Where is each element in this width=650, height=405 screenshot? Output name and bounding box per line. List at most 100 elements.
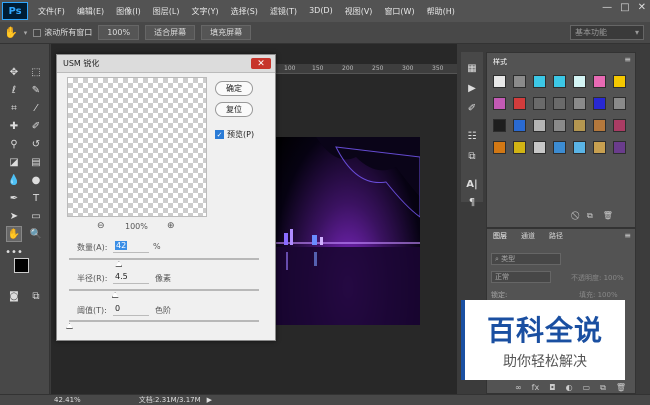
path-select-tool-icon[interactable]: ➤ (6, 208, 22, 224)
minimize-icon[interactable]: — (602, 2, 612, 13)
style-swatch[interactable] (573, 141, 586, 154)
style-swatch[interactable] (533, 97, 546, 110)
adjustment-icon[interactable]: ◐ (566, 383, 573, 393)
zoom-out-icon[interactable]: ⊖ (97, 221, 105, 231)
amount-field[interactable]: 42 (113, 241, 149, 253)
foreground-color-swatch[interactable] (14, 258, 29, 273)
dialog-title-bar[interactable]: USM 锐化 (57, 55, 275, 73)
dodge-tool-icon[interactable]: ● (28, 172, 44, 188)
fit-screen-button[interactable]: 适合屏幕 (145, 25, 196, 40)
reset-button[interactable]: 复位 (215, 102, 253, 117)
history-icon[interactable]: ▦ (464, 60, 480, 76)
style-swatch[interactable] (553, 97, 566, 110)
menu-item[interactable]: 滤镜(T) (264, 6, 303, 17)
ok-button[interactable]: 确定 (215, 81, 253, 96)
amount-slider-thumb[interactable] (115, 261, 123, 267)
style-swatch[interactable] (613, 97, 626, 110)
marquee-tool-icon[interactable]: ⬚ (28, 64, 44, 80)
styles-tab[interactable]: 样式 (493, 57, 507, 67)
lasso-tool-icon[interactable]: ℓ (6, 82, 22, 98)
style-swatch[interactable] (593, 97, 606, 110)
brush-tool-icon[interactable]: ✐ (28, 118, 44, 134)
blend-mode-select[interactable]: 正常 (491, 271, 551, 283)
checkmark-icon[interactable]: ✓ (215, 130, 224, 139)
hand-tool-icon[interactable]: ✋ (4, 26, 18, 39)
hand-tool-icon[interactable]: ✋ (6, 226, 22, 242)
history-brush-tool-icon[interactable]: ↺ (28, 136, 44, 152)
type-tool-icon[interactable]: T (28, 190, 44, 206)
menu-item[interactable]: 文件(F) (32, 6, 71, 17)
style-swatch[interactable] (573, 119, 586, 132)
style-swatch[interactable] (493, 119, 506, 132)
zoom-tool-icon[interactable]: 🔍 (28, 226, 44, 242)
threshold-slider-track[interactable] (69, 320, 259, 322)
style-swatch[interactable] (533, 119, 546, 132)
style-swatch[interactable] (553, 141, 566, 154)
close-button[interactable]: ✕ (251, 58, 271, 69)
style-swatch[interactable] (513, 141, 526, 154)
shape-tool-icon[interactable]: ▭ (28, 208, 44, 224)
properties-icon[interactable]: ☷ (464, 128, 480, 144)
link-icon[interactable]: ∞ (515, 383, 522, 393)
quick-mask-icon[interactable]: ◙ (6, 288, 22, 304)
chevron-right-icon[interactable]: ▶ (207, 396, 212, 404)
menu-item[interactable]: 视图(V) (339, 6, 379, 17)
style-swatch[interactable] (593, 75, 606, 88)
style-swatch[interactable] (613, 141, 626, 154)
character-icon[interactable]: A| (464, 176, 480, 192)
actions-play-icon[interactable]: ▶ (464, 80, 480, 96)
fx-icon[interactable]: fx (532, 383, 540, 393)
eyedropper-tool-icon[interactable]: ⁄ (28, 100, 44, 116)
screen-mode-icon[interactable]: ⧉ (28, 288, 44, 304)
zoom-100-button[interactable]: 100% (98, 25, 140, 40)
panel-menu-icon[interactable]: ≡ (624, 231, 631, 240)
menu-item[interactable]: 文字(Y) (185, 6, 224, 17)
maximize-icon[interactable]: □ (620, 2, 629, 13)
new-layer-icon[interactable]: ⧉ (600, 383, 606, 393)
panel-menu-icon[interactable]: ≡ (624, 55, 631, 64)
zoom-in-icon[interactable]: ⊕ (167, 221, 175, 231)
radius-slider-track[interactable] (69, 289, 259, 291)
move-tool-icon[interactable]: ✥ (6, 64, 22, 80)
zoom-level[interactable]: 42.41% (54, 396, 81, 404)
style-swatch[interactable] (613, 75, 626, 88)
style-swatch[interactable] (493, 97, 506, 110)
style-swatch[interactable] (533, 141, 546, 154)
amount-slider-track[interactable] (69, 258, 259, 260)
menu-item[interactable]: 帮助(H) (421, 6, 461, 17)
fill-screen-button[interactable]: 填充屏幕 (201, 25, 252, 40)
paragraph-icon[interactable]: ¶ (464, 194, 480, 210)
radius-slider-thumb[interactable] (111, 292, 119, 298)
style-swatch[interactable] (493, 141, 506, 154)
style-swatch[interactable] (513, 75, 526, 88)
gradient-tool-icon[interactable]: ▤ (28, 154, 44, 170)
preview-checkbox[interactable]: ✓ 预览(P) (215, 129, 254, 140)
delete-icon[interactable]: 🗑 (603, 211, 613, 221)
right-scrollbar[interactable] (640, 44, 650, 394)
close-icon[interactable]: ✕ (638, 2, 646, 13)
style-swatch[interactable] (553, 119, 566, 132)
style-swatch[interactable] (573, 75, 586, 88)
menu-item[interactable]: 3D(D) (303, 6, 339, 17)
style-swatch[interactable] (513, 119, 526, 132)
eraser-tool-icon[interactable]: ◪ (6, 154, 22, 170)
style-swatch[interactable] (493, 75, 506, 88)
crop-tool-icon[interactable]: ⌗ (6, 100, 22, 116)
style-swatch[interactable] (573, 97, 586, 110)
new-style-icon[interactable]: ⧉ (587, 211, 593, 221)
clone-stamp-tool-icon[interactable]: ⚲ (6, 136, 22, 152)
opacity-field[interactable]: 不透明度: 100% (571, 273, 624, 283)
workspace-select[interactable]: 基本功能 ▾ (570, 25, 644, 40)
menu-item[interactable]: 窗口(W) (378, 6, 420, 17)
pen-tool-icon[interactable]: ✒ (6, 190, 22, 206)
adjustments-icon[interactable]: ⧉ (464, 148, 480, 164)
quick-select-tool-icon[interactable]: ✎ (28, 82, 44, 98)
document-image[interactable] (276, 137, 420, 325)
menu-item[interactable]: 图层(L) (147, 6, 186, 17)
blur-tool-icon[interactable]: 💧 (6, 172, 22, 188)
style-swatch[interactable] (553, 75, 566, 88)
folder-icon[interactable]: ▭ (583, 383, 591, 393)
menu-item[interactable]: 选择(S) (225, 6, 264, 17)
tool-preset-dropdown-icon[interactable]: ▾ (24, 29, 28, 37)
style-swatch[interactable] (593, 141, 606, 154)
